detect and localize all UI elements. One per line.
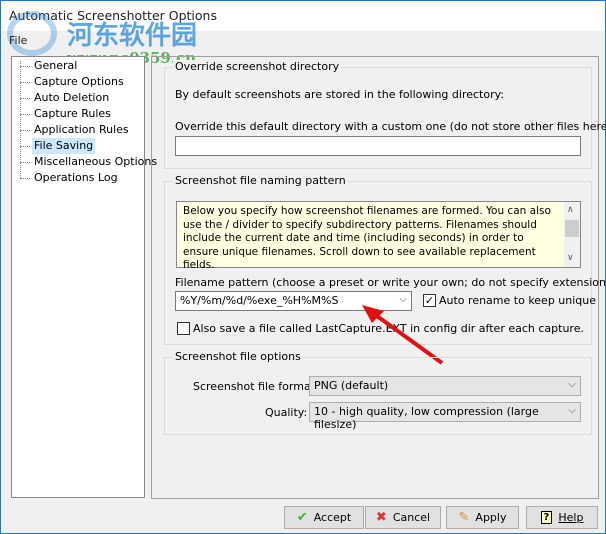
also-save-checkbox[interactable] [177, 322, 190, 335]
chevron-down-icon[interactable]: ⌵ [568, 379, 576, 390]
naming-info: Below you specify how screenshot filenam… [183, 205, 551, 271]
tree-item-miscellaneous-options[interactable]: Miscellaneous Options [32, 154, 159, 170]
apply-label: Apply [475, 511, 507, 524]
cancel-button[interactable]: ✖ Cancel [365, 506, 441, 529]
cancel-label: Cancel [392, 511, 431, 524]
format-value: PNG (default) [314, 379, 389, 392]
tree-item-general[interactable]: General [32, 58, 79, 74]
cross-icon: ✖ [375, 510, 387, 525]
chevron-down-icon[interactable]: ⌵ [399, 294, 407, 305]
settings-panel: Override screenshot directory By default… [151, 56, 606, 499]
tree-lines [20, 61, 21, 178]
options-tree[interactable]: General Capture Options Auto Deletion Ca… [11, 56, 157, 498]
menu-file[interactable]: File [9, 34, 27, 47]
apply-button[interactable]: ✎ Apply [446, 506, 519, 529]
quality-select[interactable]: 10 - high quality, low compression (larg… [309, 402, 581, 431]
pencil-icon: ✎ [458, 510, 470, 525]
override-group: Override screenshot directory By default… [164, 60, 606, 169]
watermark-text: 河东软件园 [67, 21, 198, 51]
tree-item-capture-options[interactable]: Capture Options [32, 74, 126, 90]
accept-label: Accept [313, 511, 352, 524]
auto-rename-label: Auto rename to keep unique [439, 294, 597, 307]
tree-item-operations-log[interactable]: Operations Log [32, 170, 120, 186]
override-custom-label: Override this default directory with a c… [175, 120, 606, 133]
tree-item-capture-rules[interactable]: Capture Rules [32, 106, 113, 122]
help-icon: ? [540, 511, 553, 524]
accept-button[interactable]: ✔ Accept [284, 506, 364, 529]
quality-label: Quality: [265, 406, 308, 419]
quality-value: 10 - high quality, low compression (larg… [314, 405, 539, 431]
scroll-down-icon[interactable]: ∨ [567, 252, 574, 266]
override-directory-input[interactable] [175, 136, 581, 156]
format-label: Screenshot file format: [193, 380, 319, 393]
scroll-up-icon[interactable]: ∧ [567, 204, 574, 218]
naming-title: Screenshot file naming pattern [173, 174, 348, 187]
pattern-label: Filename pattern (choose a preset or wri… [175, 276, 606, 289]
override-desc: By default screenshots are stored in the… [175, 88, 505, 101]
file-options-group: Screenshot file options Screenshot file … [164, 350, 592, 435]
checkmark-icon: ✔ [296, 510, 308, 525]
format-select[interactable]: PNG (default) ⌵ [309, 376, 581, 396]
help-button[interactable]: ? Help [526, 506, 598, 529]
help-label: Help [558, 511, 584, 524]
pattern-value: %Y/%m/%d/%exe_%H%M%S [180, 294, 339, 307]
override-title: Override screenshot directory [173, 60, 342, 73]
tree-item-auto-deletion[interactable]: Auto Deletion [32, 90, 111, 106]
chevron-down-icon[interactable]: ⌵ [568, 405, 576, 416]
naming-info-text: Below you specify how screenshot filenam… [176, 201, 581, 271]
tree-item-application-rules[interactable]: Application Rules [32, 122, 131, 138]
tree-item-file-saving[interactable]: File Saving [32, 138, 96, 154]
info-scrollbar[interactable]: ∧ ∨ [564, 202, 580, 267]
file-options-title: Screenshot file options [173, 350, 303, 363]
